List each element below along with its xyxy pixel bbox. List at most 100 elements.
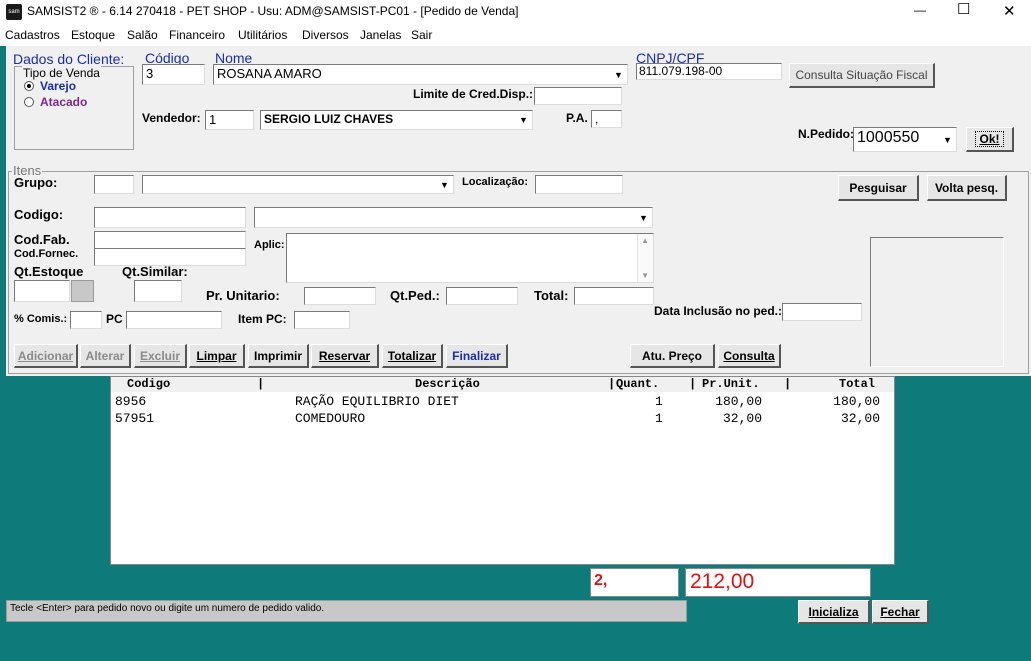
npedido-combo[interactable]: 1000550 ▼ (853, 127, 957, 152)
codfab-label: Cod.Fab. (14, 232, 70, 247)
column-separator: | (689, 377, 697, 391)
menu-estoque[interactable]: Estoque (71, 28, 115, 42)
header-descricao: Descrição (415, 377, 480, 391)
adicionar-button[interactable]: Adicionar (14, 344, 78, 368)
excluir-button[interactable]: Excluir (134, 344, 187, 368)
total-item-field[interactable] (574, 287, 654, 305)
volta-pesq-button[interactable]: Volta pesq. (927, 175, 1007, 201)
table-row[interactable]: 57951 COMEDOURO 1 32,00 32,00 (111, 411, 894, 427)
atacado-radio[interactable] (24, 97, 34, 107)
menu-salao[interactable]: Salão (127, 28, 158, 42)
row-total: 180,00 (833, 394, 880, 409)
consulta-button[interactable]: Consulta (718, 344, 781, 368)
qtestoque-indicator (71, 280, 94, 302)
data-inclusao-field[interactable] (782, 303, 862, 321)
close-icon[interactable]: ✕ (1003, 2, 1016, 20)
row-prunit: 32,00 (722, 411, 762, 426)
vendedor-nome-combo[interactable]: SERGIO LUIZ CHAVES ▼ (260, 110, 533, 130)
tipo-venda-label: Tipo de Venda (22, 66, 101, 80)
total-count-display: 2, (590, 568, 679, 597)
codfab-field[interactable] (94, 231, 246, 249)
varejo-label: Varejo (40, 79, 77, 93)
row-codigo: 8956 (115, 394, 147, 409)
qtped-field[interactable] (446, 287, 518, 305)
header-codigo: Codigo (127, 377, 171, 391)
limite-field[interactable] (534, 87, 622, 105)
pc-field[interactable] (126, 311, 222, 329)
prunitario-label: Pr. Unitario: (206, 288, 280, 303)
data-inclusao-label: Data Inclusão no ped.: (654, 304, 783, 318)
produto-combo[interactable]: ▼ (254, 207, 653, 228)
menu-bar: Cadastros Estoque Salão Financeiro Utili… (0, 24, 1031, 46)
vendedor-label: Vendedor: (142, 111, 201, 125)
chevron-down-icon[interactable]: ▼ (636, 209, 651, 226)
aplic-textarea[interactable]: ▲ ▼ (286, 233, 654, 283)
inicializa-button[interactable]: Inicializa (798, 600, 870, 624)
prunitario-field[interactable] (304, 287, 376, 305)
header-quant: Quant. (616, 377, 660, 391)
maximize-icon[interactable]: ☐ (957, 0, 970, 18)
chevron-down-icon[interactable]: ▼ (940, 129, 955, 150)
limite-label: Limite de Cred.Disp.: (413, 87, 534, 101)
client-section-label: Dados do Cliente: (13, 51, 125, 67)
varejo-radio[interactable] (24, 81, 34, 91)
minimize-icon[interactable]: — (914, 3, 926, 17)
ok-label: Ok! (975, 131, 1004, 147)
totalizar-button[interactable]: Totalizar (382, 344, 443, 368)
npedido-label: N.Pedido: (798, 127, 854, 141)
menu-sair[interactable]: Sair (411, 28, 432, 42)
menu-financeiro[interactable]: Financeiro (169, 28, 225, 42)
cnpj-field[interactable]: 811.079.198-00 (636, 63, 782, 80)
column-separator: | (784, 377, 792, 391)
chevron-up-icon[interactable]: ▲ (641, 236, 649, 245)
menu-diversos[interactable]: Diversos (302, 28, 349, 42)
itempc-label: Item PC: (238, 312, 287, 326)
menu-cadastros[interactable]: Cadastros (5, 28, 60, 42)
grupo-field[interactable] (94, 175, 134, 194)
chevron-down-icon[interactable]: ▼ (516, 112, 531, 128)
title-bar: sam SAMSIST2 ® - 6.14 270418 - PET SHOP … (0, 0, 1031, 24)
row-quant: 1 (655, 394, 663, 409)
comis-field[interactable] (70, 311, 102, 329)
npedido-value: 1000550 (857, 129, 920, 146)
menu-janelas[interactable]: Janelas (360, 28, 401, 42)
vendedor-codigo-field[interactable]: 1 (205, 110, 254, 130)
codfornec-label: Cod.Fornec. (14, 248, 79, 260)
menu-utilitarios[interactable]: Utilitários (238, 28, 287, 42)
codigo-field[interactable]: 3 (142, 64, 205, 85)
chevron-down-icon[interactable]: ▼ (641, 271, 649, 280)
nome-combo[interactable]: ROSANA AMARO ▼ (213, 64, 628, 85)
localizacao-label: Localização: (462, 176, 529, 188)
itempc-field[interactable] (294, 311, 350, 329)
chevron-down-icon[interactable]: ▼ (437, 177, 452, 192)
qtsimilar-label: Qt.Similar: (122, 264, 188, 279)
pc-label: PC (106, 312, 123, 326)
qtped-label: Qt.Ped.: (390, 288, 440, 303)
alterar-button[interactable]: Alterar (80, 344, 131, 368)
product-image-box (870, 237, 1004, 367)
codigo-item-field[interactable] (94, 207, 246, 228)
app-icon: sam (6, 4, 22, 20)
pesquisar-button[interactable]: Pesguisar (838, 175, 919, 201)
table-row[interactable]: 8956 RAÇÃO EQUILIBRIO DIET 1 180,00 180,… (111, 394, 894, 410)
row-descricao: RAÇÃO EQUILIBRIO DIET (295, 394, 459, 409)
reservar-button[interactable]: Reservar (311, 344, 379, 368)
finalizar-button[interactable]: Finalizar (446, 344, 508, 368)
pa-field[interactable]: , (591, 110, 622, 128)
qtsimilar-field[interactable] (134, 280, 182, 302)
ok-button[interactable]: Ok! (966, 127, 1014, 152)
consulta-fiscal-button[interactable]: Consulta Situação Fiscal (789, 63, 935, 88)
localizacao-field[interactable] (535, 175, 623, 194)
qtestoque-label: Qt.Estoque (14, 264, 84, 279)
chevron-down-icon[interactable]: ▼ (611, 66, 626, 83)
qtestoque-field[interactable] (14, 280, 70, 302)
total-item-label: Total: (534, 288, 569, 303)
atu-preco-button[interactable]: Atu. Preço (630, 344, 715, 368)
column-separator: | (608, 377, 616, 391)
aplic-label: Aplic: (254, 239, 285, 251)
imprimir-button[interactable]: Imprimir (248, 344, 309, 368)
fechar-button[interactable]: Fechar (872, 600, 929, 624)
items-grid[interactable]: Codigo | Descrição | Quant. | Pr.Unit. |… (110, 376, 895, 565)
grupo-combo[interactable]: ▼ (142, 175, 454, 194)
limpar-button[interactable]: Limpar (189, 344, 245, 368)
